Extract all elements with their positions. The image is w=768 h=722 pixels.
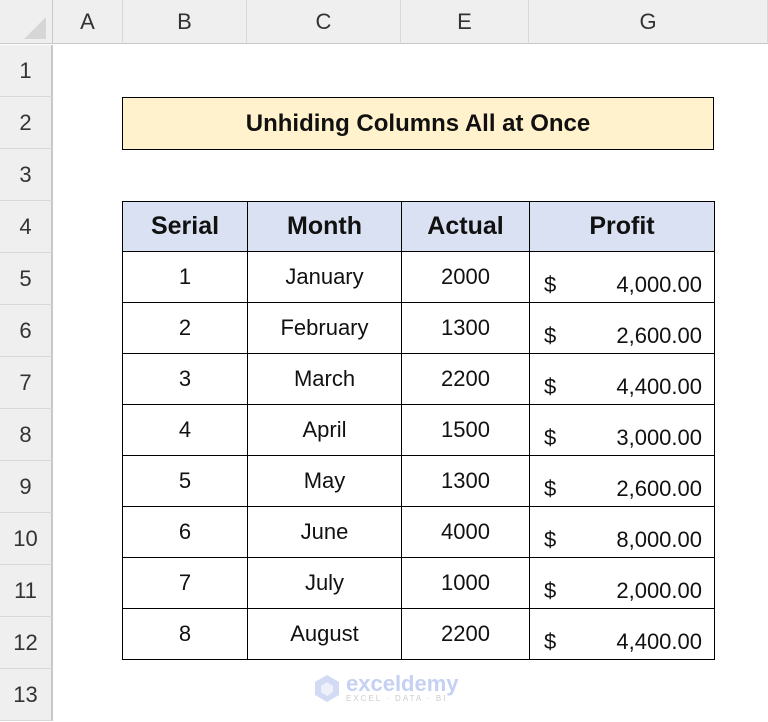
cell-actual[interactable]: 1500 xyxy=(401,404,530,456)
cell-month[interactable]: January xyxy=(247,251,402,303)
table-row: 2 February 1300 $2,600.00 xyxy=(122,302,715,354)
exceldemy-logo-icon xyxy=(315,675,339,702)
cell-profit[interactable]: $8,000.00 xyxy=(529,506,715,558)
header-month[interactable]: Month xyxy=(247,201,402,252)
header-serial[interactable]: Serial xyxy=(122,201,248,252)
cell-serial[interactable]: 5 xyxy=(122,455,248,507)
currency-symbol: $ xyxy=(544,578,557,603)
row-header-10[interactable]: 10 xyxy=(0,513,53,565)
cell-profit[interactable]: $2,600.00 xyxy=(529,455,715,507)
row-header-3[interactable]: 3 xyxy=(0,149,53,201)
cell-profit[interactable]: $4,400.00 xyxy=(529,353,715,405)
row-header-1[interactable]: 1 xyxy=(0,45,53,97)
row-header-11[interactable]: 11 xyxy=(0,565,53,617)
cell-actual[interactable]: 1300 xyxy=(401,455,530,507)
currency-symbol: $ xyxy=(544,272,557,297)
table-row: 1 January 2000 $4,000.00 xyxy=(122,251,715,303)
column-header-G[interactable]: G xyxy=(529,0,768,44)
table-row: 3 March 2200 $4,400.00 xyxy=(122,353,715,405)
cell-month[interactable]: August xyxy=(247,608,402,660)
cell-actual[interactable]: 2000 xyxy=(401,251,530,303)
cell-serial[interactable]: 3 xyxy=(122,353,248,405)
cell-month[interactable]: March xyxy=(247,353,402,405)
currency-symbol: $ xyxy=(544,323,557,348)
cell-serial[interactable]: 2 xyxy=(122,302,248,354)
profit-value: 2,600.00 xyxy=(616,476,702,501)
sheet-title: Unhiding Columns All at Once xyxy=(122,97,714,150)
column-header-B[interactable]: B xyxy=(123,0,247,44)
header-profit[interactable]: Profit xyxy=(529,201,715,252)
cell-serial[interactable]: 8 xyxy=(122,608,248,660)
column-header-A[interactable]: A xyxy=(53,0,123,44)
column-header-C[interactable]: C xyxy=(247,0,401,44)
profit-value: 2,600.00 xyxy=(616,323,702,348)
watermark-name: exceldemy xyxy=(346,671,459,696)
profit-value: 3,000.00 xyxy=(616,425,702,450)
cell-serial[interactable]: 1 xyxy=(122,251,248,303)
column-header-E[interactable]: E xyxy=(401,0,529,44)
cell-profit[interactable]: $2,000.00 xyxy=(529,557,715,609)
cell-month[interactable]: July xyxy=(247,557,402,609)
cell-month[interactable]: June xyxy=(247,506,402,558)
row-header-6[interactable]: 6 xyxy=(0,305,53,357)
row-header-5[interactable]: 5 xyxy=(0,253,53,305)
watermark-tagline: EXCEL · DATA · BI xyxy=(346,694,448,703)
cell-month[interactable]: April xyxy=(247,404,402,456)
currency-symbol: $ xyxy=(544,527,557,552)
cell-serial[interactable]: 7 xyxy=(122,557,248,609)
table-row: 7 July 1000 $2,000.00 xyxy=(122,557,715,609)
cell-month[interactable]: May xyxy=(247,455,402,507)
cell-actual[interactable]: 1300 xyxy=(401,302,530,354)
cell-serial[interactable]: 4 xyxy=(122,404,248,456)
profit-value: 2,000.00 xyxy=(616,578,702,603)
cell-actual[interactable]: 1000 xyxy=(401,557,530,609)
row-header-9[interactable]: 9 xyxy=(0,461,53,513)
currency-symbol: $ xyxy=(544,425,557,450)
cell-profit[interactable]: $4,400.00 xyxy=(529,608,715,660)
row-header-8[interactable]: 8 xyxy=(0,409,53,461)
cell-profit[interactable]: $4,000.00 xyxy=(529,251,715,303)
select-all-button[interactable] xyxy=(0,0,53,44)
row-header-12[interactable]: 12 xyxy=(0,617,53,669)
cell-serial[interactable]: 6 xyxy=(122,506,248,558)
row-header-4[interactable]: 4 xyxy=(0,201,53,253)
cell-actual[interactable]: 2200 xyxy=(401,608,530,660)
currency-symbol: $ xyxy=(544,374,557,399)
data-table: Serial Month Actual Profit 1 January 2000 $… xyxy=(122,201,715,660)
cell-actual[interactable]: 4000 xyxy=(401,506,530,558)
profit-value: 8,000.00 xyxy=(616,527,702,552)
currency-symbol: $ xyxy=(544,629,557,654)
table-row: 4 April 1500 $3,000.00 xyxy=(122,404,715,456)
profit-value: 4,400.00 xyxy=(616,374,702,399)
row-header-7[interactable]: 7 xyxy=(0,357,53,409)
row-header-13[interactable]: 13 xyxy=(0,669,53,721)
cell-profit[interactable]: $2,600.00 xyxy=(529,302,715,354)
table-row: 8 August 2200 $4,400.00 xyxy=(122,608,715,660)
row-header-2[interactable]: 2 xyxy=(0,97,53,149)
header-actual[interactable]: Actual xyxy=(401,201,530,252)
cell-month[interactable]: February xyxy=(247,302,402,354)
currency-symbol: $ xyxy=(544,476,557,501)
profit-value: 4,000.00 xyxy=(616,272,702,297)
cell-profit[interactable]: $3,000.00 xyxy=(529,404,715,456)
profit-value: 4,400.00 xyxy=(616,629,702,654)
exceldemy-watermark: exceldemy EXCEL · DATA · BI xyxy=(312,673,459,703)
cell-actual[interactable]: 2200 xyxy=(401,353,530,405)
table-row: 5 May 1300 $2,600.00 xyxy=(122,455,715,507)
table-row: 6 June 4000 $8,000.00 xyxy=(122,506,715,558)
